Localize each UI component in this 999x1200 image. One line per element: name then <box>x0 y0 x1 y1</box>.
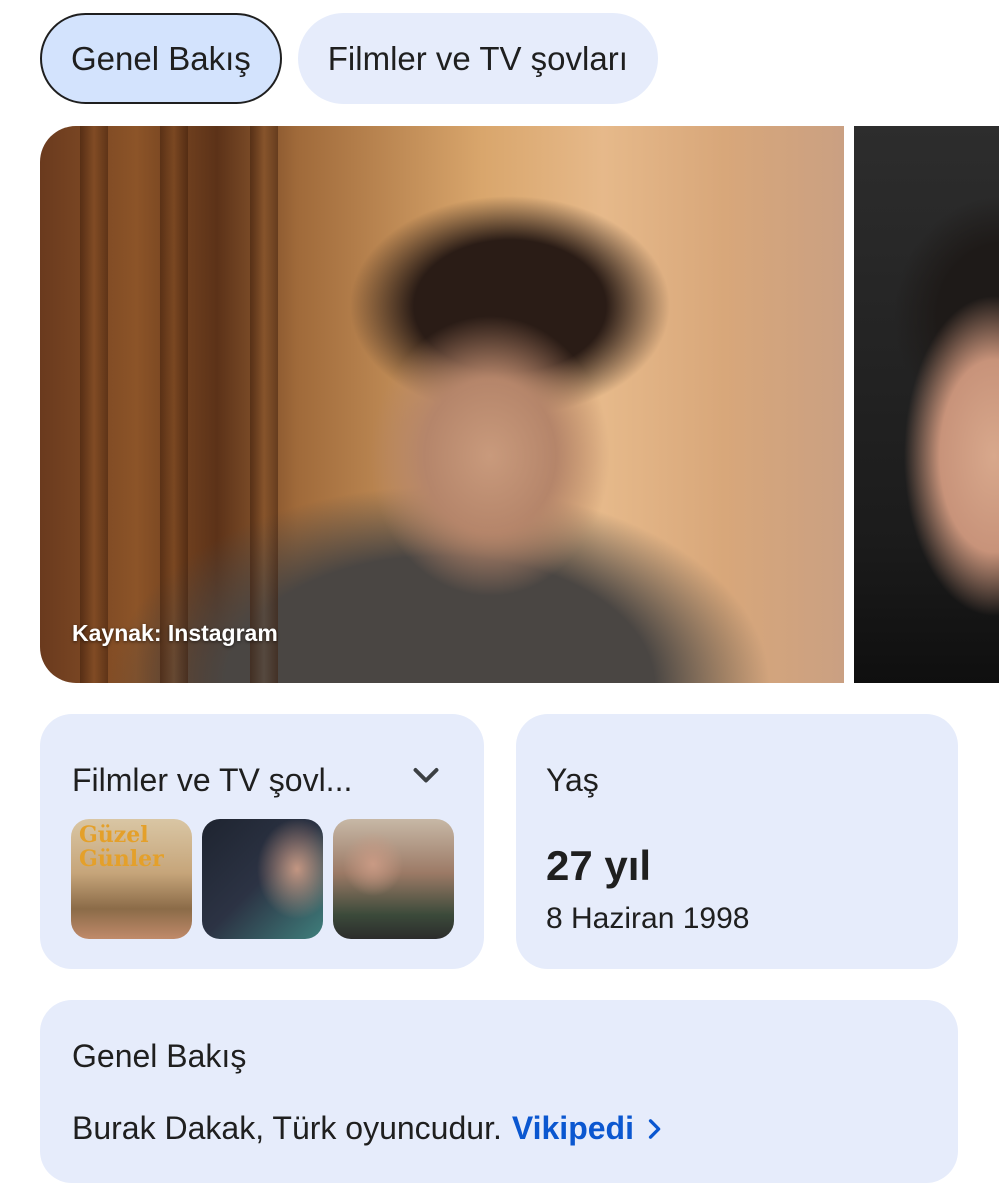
thumbnail-title: Güzel Günler <box>79 822 164 872</box>
age-card[interactable]: Yaş 27 yıl 8 Haziran 1998 <box>516 714 958 969</box>
age-label: Yaş <box>546 762 599 798</box>
curtain-fold <box>250 126 278 683</box>
film-thumbnail[interactable] <box>333 819 454 939</box>
overview-title: Genel Bakış <box>72 1038 247 1074</box>
film-thumbnail[interactable]: Güzel Günler <box>71 819 192 939</box>
film-thumbnails: Güzel Günler <box>71 819 454 939</box>
curtain-fold <box>80 126 108 683</box>
tab-bar: Genel Bakış Filmler ve TV şovları <box>40 13 658 104</box>
secondary-photo[interactable] <box>854 126 999 683</box>
photo-source-caption: Kaynak: Instagram <box>72 620 278 646</box>
age-value: 27 yıl <box>546 842 652 889</box>
curtain-fold <box>160 126 188 683</box>
wikipedia-link[interactable]: Vikipedi <box>512 1110 634 1147</box>
tab-overview[interactable]: Genel Bakış <box>40 13 282 104</box>
films-tv-card[interactable]: Filmler ve TV şovl... Güzel Günler <box>40 714 484 969</box>
image-carousel[interactable]: Kaynak: Instagram <box>40 126 999 683</box>
main-photo[interactable]: Kaynak: Instagram <box>40 126 844 683</box>
tab-films-tv[interactable]: Filmler ve TV şovları <box>297 13 658 104</box>
birth-date: 8 Haziran 1998 <box>546 902 750 935</box>
overview-card: Genel Bakış Burak Dakak, Türk oyuncudur.… <box>40 1000 958 1183</box>
films-card-title: Filmler ve TV şovl... <box>72 762 353 798</box>
overview-text: Burak Dakak, Türk oyuncudur. <box>72 1110 502 1146</box>
chevron-right-icon[interactable] <box>640 1115 668 1143</box>
overview-description: Burak Dakak, Türk oyuncudur. Vikipedi <box>72 1110 668 1147</box>
chevron-down-icon[interactable] <box>408 758 444 794</box>
film-thumbnail[interactable] <box>202 819 323 939</box>
